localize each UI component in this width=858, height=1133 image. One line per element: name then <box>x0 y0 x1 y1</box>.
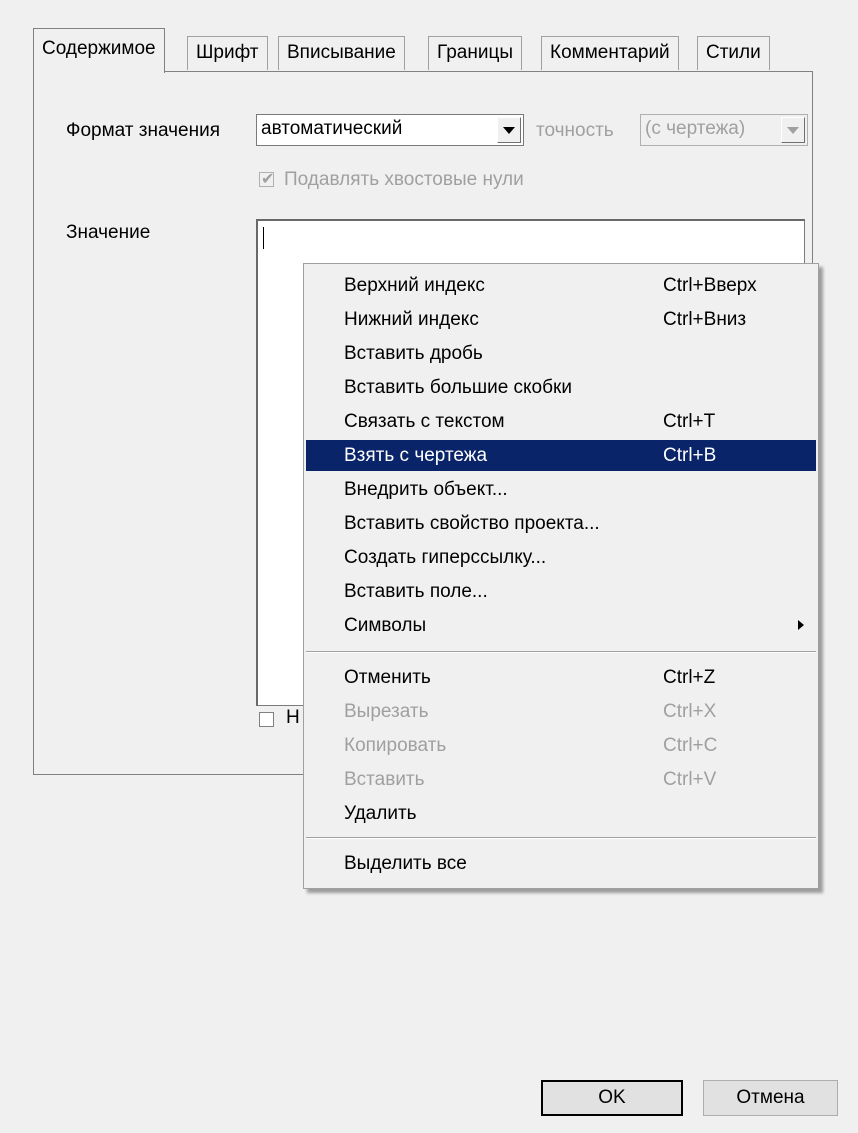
menu-item-shortcut: Ctrl+Вниз <box>663 309 747 330</box>
menu-item-label: Вырезать <box>344 701 429 722</box>
value-label: Значение <box>66 222 151 243</box>
tab-comment[interactable]: Комментарий <box>541 36 679 70</box>
menu-item-label: Копировать <box>344 735 447 756</box>
menu-item-embed-object[interactable]: Внедрить объект... <box>306 474 816 505</box>
precision-label: точность <box>536 120 614 141</box>
format-select[interactable]: автоматический <box>256 114 524 146</box>
suppress-zeros-checkbox[interactable]: ✔ <box>259 171 275 188</box>
menu-item-label: Вставить дробь <box>344 343 483 364</box>
menu-item-shortcut: Ctrl+B <box>663 445 717 466</box>
check-icon: ✔ <box>261 171 275 188</box>
menu-item-label: Выделить все <box>344 853 467 874</box>
menu-item-delete[interactable]: Удалить <box>306 798 816 829</box>
chevron-right-icon <box>798 620 804 630</box>
menu-item-label: Взять с чертежа <box>344 445 488 466</box>
cancel-button-label: Отмена <box>736 1087 805 1108</box>
menu-item-shortcut: Ctrl+Вверх <box>663 275 757 296</box>
option-checkbox[interactable] <box>259 712 274 727</box>
tab-font[interactable]: Шрифт <box>187 36 268 70</box>
menu-item-label: Символы <box>344 615 427 636</box>
menu-separator <box>306 651 816 653</box>
tab-borders[interactable]: Границы <box>428 36 522 70</box>
tab-fit[interactable]: Вписывание <box>278 36 405 70</box>
menu-item-shortcut: Ctrl+T <box>663 411 716 432</box>
menu-item-copy[interactable]: Копировать Ctrl+C <box>306 730 816 761</box>
menu-item-insert-field[interactable]: Вставить поле... <box>306 576 816 607</box>
menu-item-create-hyperlink[interactable]: Создать гиперссылку... <box>306 542 816 573</box>
precision-select-value: (с чертежа) <box>645 118 746 139</box>
menu-item-insert-project-property[interactable]: Вставить свойство проекта... <box>306 508 816 539</box>
menu-item-label: Верхний индекс <box>344 275 485 296</box>
chevron-down-icon[interactable] <box>781 117 805 143</box>
menu-item-subscript[interactable]: Нижний индекс Ctrl+Вниз <box>306 304 816 335</box>
menu-item-shortcut: Ctrl+V <box>663 769 717 790</box>
menu-item-shortcut: Ctrl+C <box>663 735 718 756</box>
precision-select[interactable]: (с чертежа) <box>640 114 808 146</box>
menu-item-superscript[interactable]: Верхний индекс Ctrl+Вверх <box>306 270 816 301</box>
menu-item-label: Отменить <box>344 667 431 688</box>
ok-button-label: OK <box>598 1087 626 1108</box>
menu-item-link-text[interactable]: Связать с текстом Ctrl+T <box>306 406 816 437</box>
cancel-button[interactable]: Отмена <box>703 1080 838 1116</box>
menu-item-label: Вставить свойство проекта... <box>344 513 600 534</box>
tab-styles[interactable]: Стили <box>697 36 770 70</box>
menu-item-insert-brackets[interactable]: Вставить большие скобки <box>306 372 816 403</box>
ok-button[interactable]: OK <box>541 1080 683 1116</box>
menu-item-label: Связать с текстом <box>344 411 505 432</box>
option-checkbox-label: Н <box>286 707 300 728</box>
menu-item-label: Вставить <box>344 769 425 790</box>
menu-item-shortcut: Ctrl+Z <box>663 667 716 688</box>
menu-item-label: Нижний индекс <box>344 309 479 330</box>
format-select-value: автоматический <box>261 118 403 139</box>
menu-item-label: Внедрить объект... <box>344 479 508 500</box>
tab-strip: Содержимое Шрифт Вписывание Границы Комм… <box>33 28 813 73</box>
menu-item-label: Создать гиперссылку... <box>344 547 547 568</box>
menu-item-label: Вставить большие скобки <box>344 377 572 398</box>
suppress-zeros-label: Подавлять хвостовые нули <box>284 169 524 190</box>
menu-separator <box>306 837 816 839</box>
menu-item-insert-fraction[interactable]: Вставить дробь <box>306 338 816 369</box>
menu-item-cut[interactable]: Вырезать Ctrl+X <box>306 696 816 727</box>
context-menu: Верхний индекс Ctrl+Вверх Нижний индекс … <box>303 263 819 889</box>
menu-item-shortcut: Ctrl+X <box>663 701 717 722</box>
menu-item-select-all[interactable]: Выделить все <box>306 848 816 879</box>
text-caret <box>263 227 264 249</box>
menu-item-undo[interactable]: Отменить Ctrl+Z <box>306 662 816 693</box>
menu-item-label: Удалить <box>344 803 417 824</box>
chevron-down-icon[interactable] <box>497 117 521 143</box>
menu-item-paste[interactable]: Вставить Ctrl+V <box>306 764 816 795</box>
menu-item-symbols[interactable]: Символы <box>306 610 816 641</box>
menu-item-label: Вставить поле... <box>344 581 488 602</box>
format-label: Формат значения <box>66 120 220 141</box>
menu-item-take-from-drawing[interactable]: Взять с чертежа Ctrl+B <box>306 440 816 471</box>
tab-content[interactable]: Содержимое <box>33 28 165 73</box>
